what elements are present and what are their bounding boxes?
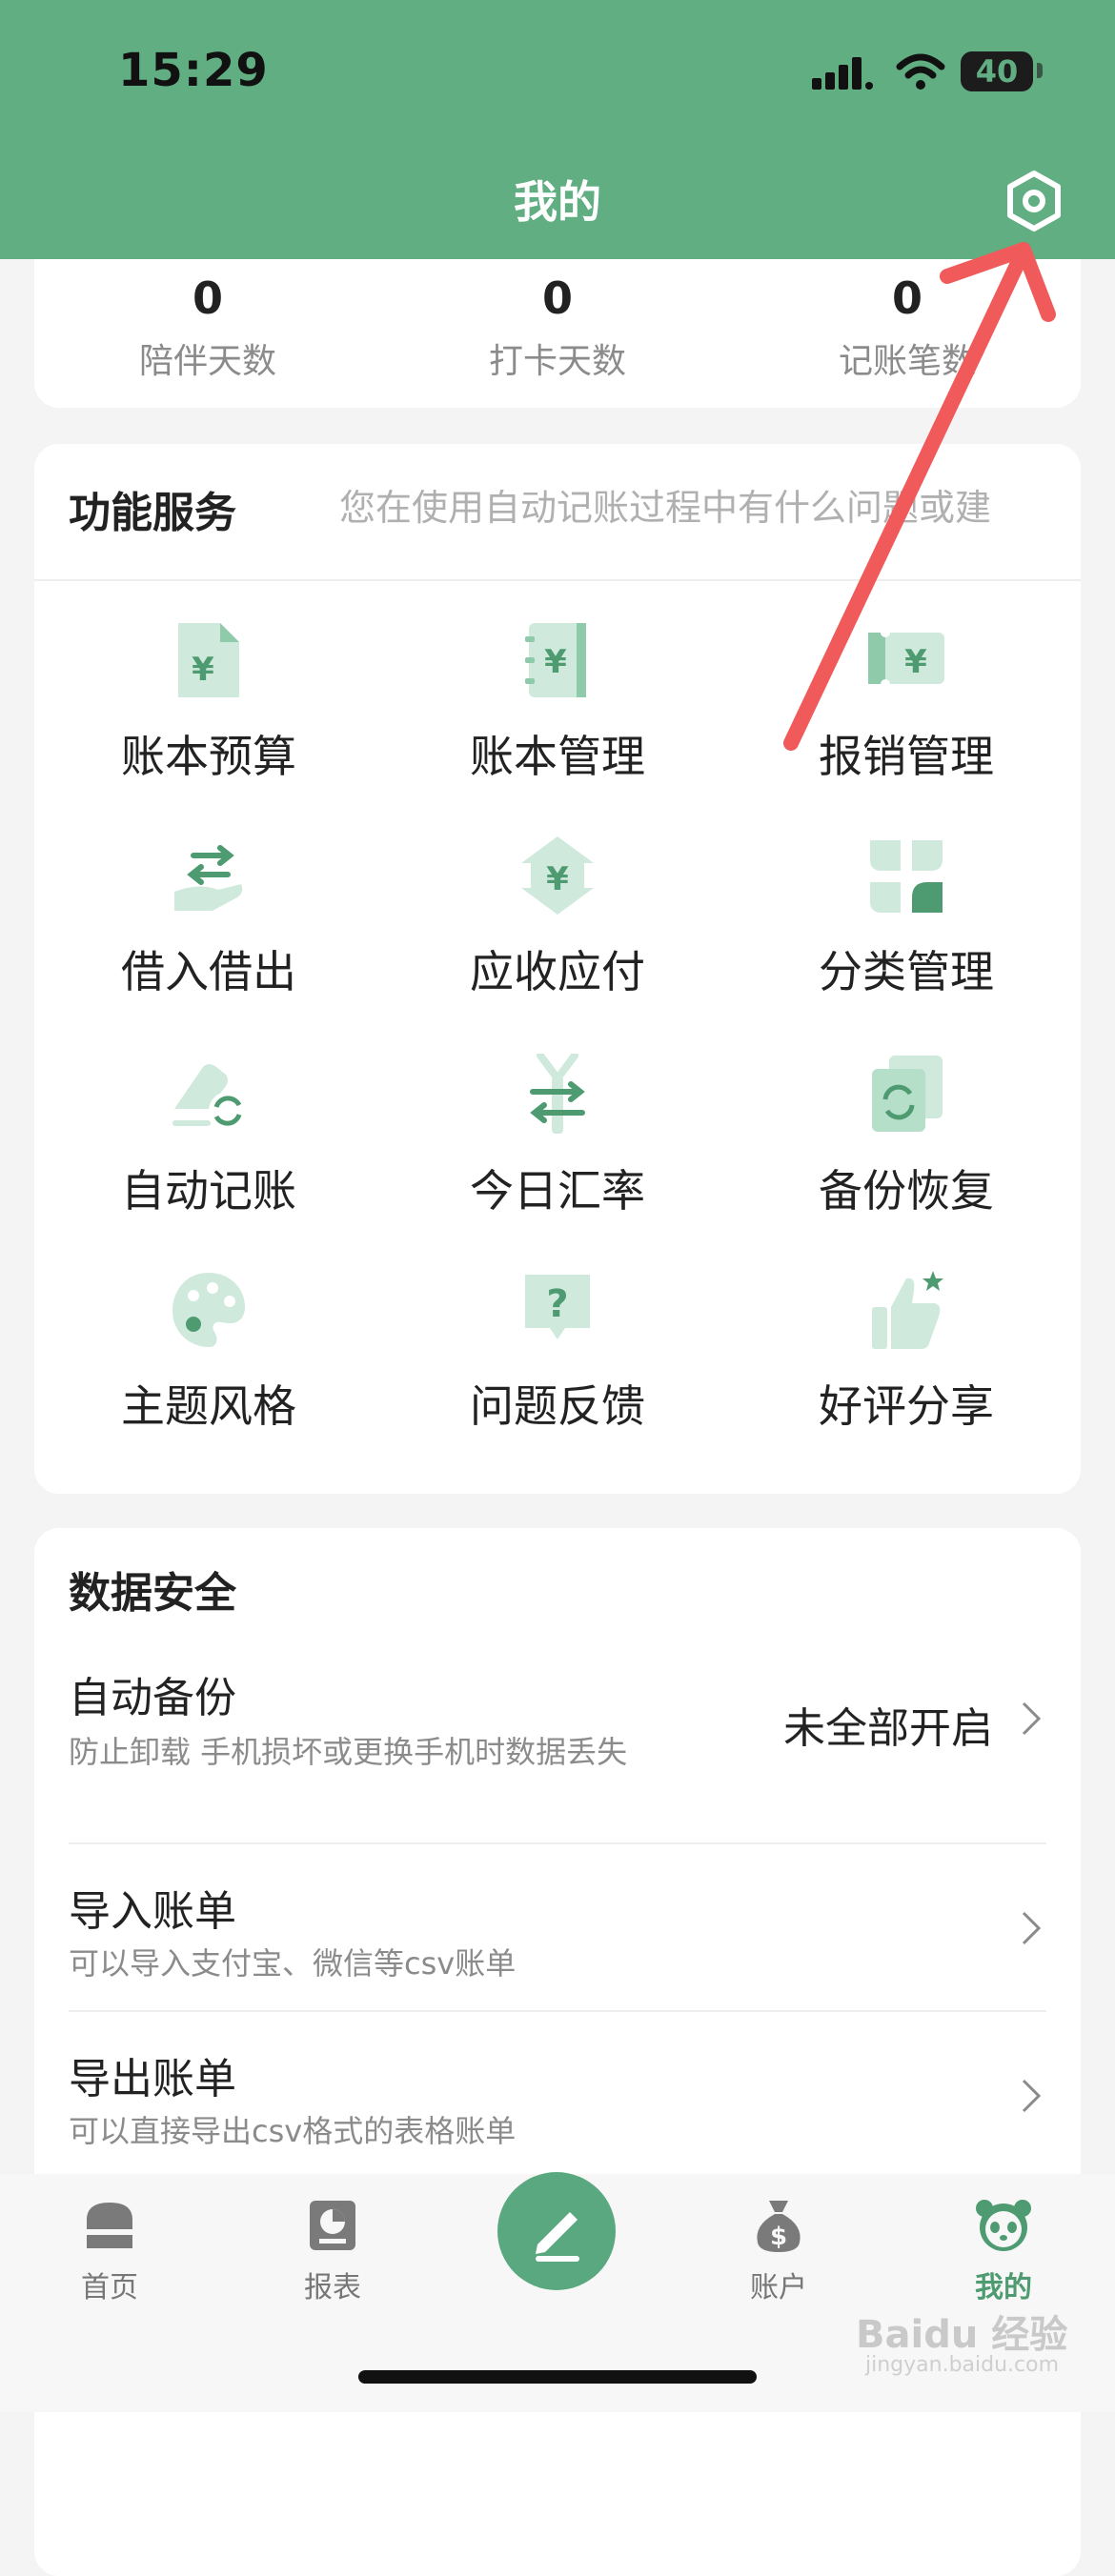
grid-item-lend-borrow[interactable]: 借入借出 xyxy=(34,835,383,1035)
services-title: 功能服务 xyxy=(69,489,236,537)
divider xyxy=(69,1842,1046,1844)
row-subtitle: 可以导入支付宝、微信等csv账单 xyxy=(69,1945,517,1982)
lend-borrow-icon xyxy=(174,845,243,911)
add-record-button[interactable] xyxy=(497,2172,616,2290)
tab-account[interactable]: $ 账户 xyxy=(717,2197,841,2305)
pencil-icon xyxy=(536,2212,579,2262)
services-card: 功能服务 您在使用自动记账过程中有什么问题或建 ¥ 账本预算 ¥ 账本管理 ¥ xyxy=(34,444,1081,1494)
chevron-right-icon xyxy=(1022,1701,1042,1736)
home-indicator xyxy=(358,2370,757,2384)
svg-text:¥: ¥ xyxy=(904,643,927,681)
panda-icon xyxy=(976,2200,1031,2251)
stat-companion-days: 0 陪伴天数 xyxy=(65,272,351,383)
tab-home[interactable]: 首页 xyxy=(48,2197,172,2305)
feedback-marquee[interactable]: 您在使用自动记账过程中有什么问题或建 xyxy=(339,478,1050,531)
data-security-card: 数据安全 自动备份 防止卸载 手机损坏或更换手机时数据丢失 未全部开启 导入账单… xyxy=(34,1528,1081,2576)
import-bill-row[interactable]: 导入账单 可以导入支付宝、微信等csv账单 xyxy=(34,1877,1081,2020)
feedback-icon: ? xyxy=(525,1275,590,1339)
status-time: 15:29 xyxy=(118,44,269,97)
divider xyxy=(69,2010,1046,2012)
settings-gear-icon[interactable] xyxy=(1001,168,1067,234)
row-value: 未全部开启 xyxy=(783,1704,993,1753)
money-bag-icon: $ xyxy=(757,2201,801,2252)
svg-text:$: $ xyxy=(770,2223,787,2251)
grid-label: 今日汇率 xyxy=(470,1165,645,1217)
stat-value: 0 xyxy=(541,272,573,324)
page-title: 我的 xyxy=(514,176,601,228)
grid-label: 报销管理 xyxy=(819,731,994,782)
svg-text:¥: ¥ xyxy=(546,860,569,898)
wifi-icon xyxy=(896,53,945,90)
exchange-rate-icon xyxy=(530,1054,585,1134)
grid-label: 账本管理 xyxy=(470,731,645,782)
grid-item-theme[interactable]: 主题风格 xyxy=(34,1269,383,1469)
svg-text:¥: ¥ xyxy=(544,643,567,681)
svg-text:¥: ¥ xyxy=(192,651,214,689)
auto-backup-row[interactable]: 自动备份 防止卸载 手机损坏或更换手机时数据丢失 未全部开启 xyxy=(34,1663,1081,1831)
backup-restore-icon xyxy=(872,1056,943,1132)
grid-item-feedback[interactable]: ? 问题反馈 xyxy=(383,1269,732,1469)
stat-record-count: 0 记账笔数 xyxy=(764,272,1050,383)
grid-label: 好评分享 xyxy=(819,1380,994,1432)
chevron-right-icon xyxy=(1022,1911,1042,1945)
tab-mine[interactable]: 我的 xyxy=(942,2197,1065,2305)
export-bill-row[interactable]: 导出账单 可以直接导出csv格式的表格账单 xyxy=(34,2044,1081,2187)
security-title: 数据安全 xyxy=(69,1569,236,1618)
grid-item-budget[interactable]: ¥ 账本预算 xyxy=(34,619,383,819)
grid-item-category[interactable]: 分类管理 xyxy=(732,835,1081,1035)
row-subtitle: 防止卸载 手机损坏或更换手机时数据丢失 xyxy=(69,1734,628,1770)
baidu-watermark: Baidu 经验 xyxy=(856,2313,1068,2357)
grid-label: 自动记账 xyxy=(121,1165,296,1217)
row-subtitle: 可以直接导出csv格式的表格账单 xyxy=(69,2113,517,2149)
book-manage-icon: ¥ xyxy=(525,623,586,697)
battery-indicator: 40 xyxy=(961,51,1033,91)
row-title: 导入账单 xyxy=(69,1887,236,1936)
row-title: 导出账单 xyxy=(69,2055,236,2103)
stat-label: 打卡天数 xyxy=(488,342,626,381)
grid-label: 借入借出 xyxy=(121,946,296,997)
grid-item-exchange-rate[interactable]: 今日汇率 xyxy=(383,1054,732,1254)
divider xyxy=(34,579,1081,581)
svg-text:?: ? xyxy=(546,1282,568,1326)
home-icon xyxy=(87,2203,132,2248)
grid-label: 分类管理 xyxy=(819,946,994,997)
budget-book-icon: ¥ xyxy=(178,623,239,697)
grid-label: 问题反馈 xyxy=(470,1380,645,1432)
grid-label: 备份恢复 xyxy=(819,1165,994,1217)
grid-item-auto-record[interactable]: 自动记账 xyxy=(34,1054,383,1254)
row-title: 自动备份 xyxy=(69,1674,236,1722)
reimbursement-ticket-icon: ¥ xyxy=(868,628,944,689)
stat-checkin-days: 0 打卡天数 xyxy=(415,272,700,383)
cellular-signal-icon xyxy=(812,57,873,90)
thumbs-up-icon xyxy=(872,1271,943,1349)
stat-label: 记账笔数 xyxy=(838,342,976,381)
tab-label: 我的 xyxy=(975,2271,1032,2304)
grid-label: 应收应付 xyxy=(470,946,645,997)
stat-value: 0 xyxy=(891,272,922,324)
grid-item-receivable[interactable]: ¥ 应收应付 xyxy=(383,835,732,1035)
tab-report[interactable]: 报表 xyxy=(271,2197,395,2305)
tab-label: 账户 xyxy=(750,2271,807,2304)
auto-record-icon xyxy=(172,1064,247,1130)
tab-label: 报表 xyxy=(304,2271,361,2304)
grid-item-rate-share[interactable]: 好评分享 xyxy=(732,1269,1081,1469)
grid-item-book-manage[interactable]: ¥ 账本管理 xyxy=(383,619,732,819)
chevron-right-icon xyxy=(1022,2079,1042,2113)
grid-item-backup-restore[interactable]: 备份恢复 xyxy=(732,1054,1081,1254)
stat-value: 0 xyxy=(192,272,223,324)
stat-label: 陪伴天数 xyxy=(138,342,276,381)
report-icon xyxy=(310,2201,355,2250)
stats-card: 0 陪伴天数 0 打卡天数 0 记账笔数 xyxy=(34,259,1081,408)
baidu-watermark-url: jingyan.baidu.com xyxy=(865,2353,1060,2377)
receivable-payable-icon: ¥ xyxy=(521,836,594,915)
grid-label: 账本预算 xyxy=(121,731,296,782)
grid-item-reimbursement[interactable]: ¥ 报销管理 xyxy=(732,619,1081,819)
palette-icon xyxy=(172,1273,245,1347)
battery-nub xyxy=(1037,63,1043,78)
tab-label: 首页 xyxy=(81,2271,138,2304)
category-icon xyxy=(870,840,943,913)
grid-label: 主题风格 xyxy=(121,1380,296,1432)
